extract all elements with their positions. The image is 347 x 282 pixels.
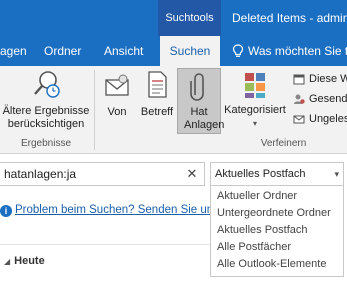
scope-option-all-mailboxes[interactable]: Alle Postfächer — [211, 239, 343, 256]
search-scope-dropdown: Aktueller Ordner Untergeordnete Ordner A… — [210, 186, 344, 277]
sent-to-filter[interactable]: Gesend — [293, 90, 347, 108]
scope-option-subfolders[interactable]: Untergeordnete Ordner — [211, 205, 343, 222]
subject-document-icon — [148, 71, 167, 98]
tab-suchen[interactable]: Suchen — [160, 36, 220, 66]
from-button[interactable]: Von — [100, 68, 134, 132]
calendar-week-icon — [293, 74, 305, 85]
sent-icon — [294, 94, 305, 104]
window-title: Deleted Items - admin@ — [232, 11, 347, 25]
unread-filter[interactable]: Ungeles — [293, 110, 347, 128]
search-scope-value: Aktuelles Postfach — [215, 168, 306, 180]
tell-me-box[interactable]: Was möchten Sie tu — [232, 36, 347, 66]
magnifier-clock-icon — [34, 71, 60, 98]
older-results-button[interactable]: Ältere Ergebnisse berücksichtigen — [0, 68, 92, 132]
categorized-label: Kategorisiert — [224, 104, 286, 116]
search-problem-info: i Problem beim Suchen? Senden Sie un — [0, 202, 210, 218]
scope-option-all-outlook-items[interactable]: Alle Outlook-Elemente — [211, 256, 343, 273]
lightbulb-icon — [232, 44, 244, 57]
scope-option-current-folder[interactable]: Aktueller Ordner — [211, 188, 343, 205]
ribbon: Ältere Ergebnisse berücksichtigen Ergebn… — [0, 66, 347, 154]
from-envelope-icon — [105, 74, 129, 96]
search-tools-context-label: Suchtools — [158, 0, 221, 36]
has-attachments-button[interactable]: Hat Anlagen — [177, 68, 225, 134]
scope-option-current-mailbox[interactable]: Aktuelles Postfach — [211, 222, 343, 239]
unread-envelope-icon — [293, 115, 305, 124]
message-list-group: ◢ Heute — [0, 244, 210, 282]
has-attachments-label: Hat Anlagen — [184, 106, 225, 131]
unread-label: Ungeles — [309, 113, 347, 125]
this-week-label: Diese W — [309, 73, 347, 85]
group-header-today[interactable]: ◢ Heute — [4, 255, 45, 267]
chevron-down-icon: ▾ — [334, 169, 339, 179]
subject-button[interactable]: Betreff — [138, 68, 176, 132]
close-icon[interactable]: ✕ — [184, 165, 200, 183]
paperclip-icon — [190, 73, 204, 101]
sent-to-label: Gesend — [309, 93, 347, 105]
categorize-icon — [245, 73, 265, 98]
tab-ordner[interactable]: Ordner — [44, 36, 84, 66]
search-scope-select[interactable]: Aktuelles Postfach ▾ — [210, 162, 344, 186]
search-problem-link[interactable]: Problem beim Suchen? Senden Sie un — [15, 204, 210, 216]
title-bar: Suchtools Deleted Items - admin@ — [0, 0, 347, 36]
chevron-down-icon: ▾ — [252, 119, 257, 128]
categorized-button[interactable]: Kategorisiert ▾ — [222, 68, 288, 132]
ribbon-tab-bar: agen Ordner Ansicht Suchen Was möchten S… — [0, 36, 347, 66]
info-icon: i — [0, 205, 12, 217]
tab-ansicht[interactable]: Ansicht — [104, 36, 144, 66]
older-results-label: Ältere Ergebnisse berücksichtigen — [2, 105, 90, 130]
collapse-triangle-icon: ◢ — [4, 257, 11, 266]
group-label-ergebnisse: Ergebnisse — [20, 138, 72, 149]
tab-partial[interactable]: agen — [0, 36, 28, 66]
search-input[interactable] — [0, 162, 205, 186]
group-header-label: Heute — [14, 255, 45, 267]
from-label: Von — [107, 106, 127, 118]
search-row: ✕ Aktuelles Postfach ▾ — [0, 162, 347, 186]
subject-label: Betreff — [140, 106, 174, 118]
group-label-verfeinern: Verfeinern — [260, 138, 307, 149]
this-week-filter[interactable]: Diese W — [293, 70, 347, 88]
tell-me-label: Was möchten Sie tu — [248, 44, 347, 58]
ribbon-separator — [94, 70, 95, 150]
